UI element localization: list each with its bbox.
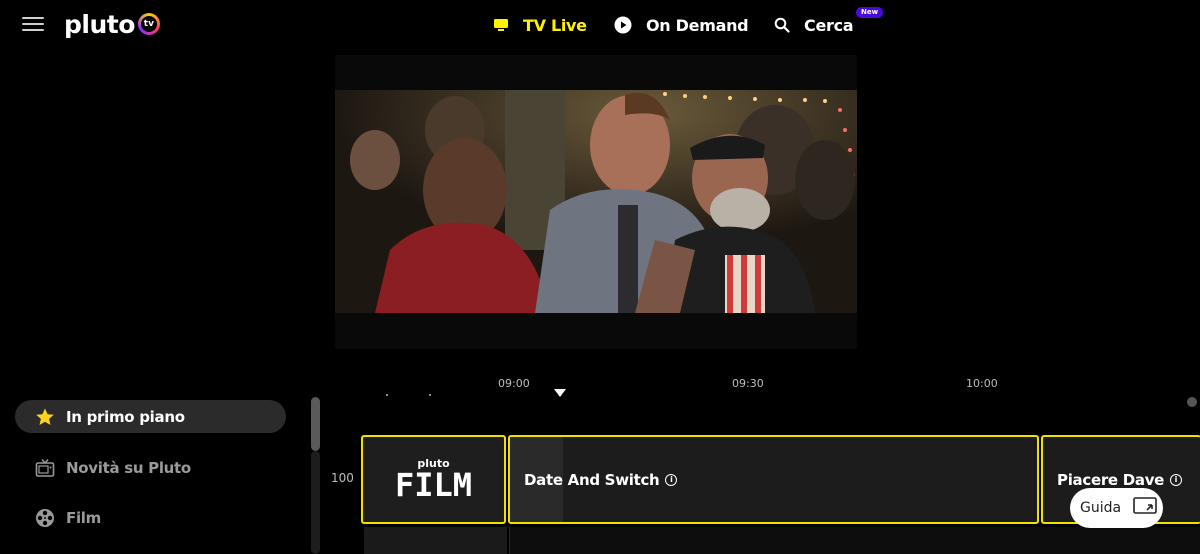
category-in-primo-piano[interactable]: In primo piano <box>15 400 286 433</box>
guida-button[interactable]: Guida <box>1070 488 1163 528</box>
current-time-marker <box>554 389 566 397</box>
video-player[interactable] <box>335 55 857 349</box>
hamburger-menu-icon[interactable] <box>22 17 44 33</box>
film-reel-icon <box>34 507 56 529</box>
timeline-dot <box>386 394 388 396</box>
nav-search-label: Cerca <box>804 15 854 35</box>
tv-icon <box>34 457 56 479</box>
top-header: pluto tv TV Live On Demand Cerca New <box>0 0 1200 50</box>
exit-fullscreen-icon <box>1133 497 1157 519</box>
channel-logo-pluto-film[interactable]: pluto FILM <box>361 435 506 524</box>
guide-scrollbar-thumb[interactable] <box>1187 397 1197 407</box>
program-tile[interactable]: Date And Switch i <box>508 435 1039 524</box>
sidebar-scrollbar-track[interactable] <box>311 451 320 554</box>
nav-tv-live[interactable]: TV Live <box>493 13 587 37</box>
tv-live-icon <box>493 18 509 32</box>
next-channel-logo[interactable] <box>364 527 507 554</box>
search-icon <box>774 17 790 33</box>
logo-text: pluto <box>64 9 135 39</box>
pluto-tv-logo[interactable]: pluto tv <box>64 8 160 40</box>
channel-number: 100 <box>331 471 354 485</box>
sidebar-scrollbar-thumb[interactable] <box>311 397 320 451</box>
nav-tv-live-label: TV Live <box>523 15 587 35</box>
info-icon[interactable]: i <box>665 473 678 486</box>
category-novita-su-pluto[interactable]: Novità su Pluto <box>15 451 286 484</box>
info-icon[interactable]: i <box>1170 473 1183 486</box>
nav-on-demand[interactable]: On Demand <box>614 13 749 37</box>
logo-badge: tv <box>137 13 160 35</box>
nav-on-demand-label: On Demand <box>646 15 749 35</box>
channel-name: FILM <box>394 466 473 504</box>
time-label: 09:00 <box>498 377 530 390</box>
logo-badge-text: tv <box>140 16 157 32</box>
star-icon <box>34 406 56 428</box>
category-film[interactable]: Film <box>15 501 286 534</box>
nav-search[interactable]: Cerca <box>774 13 854 37</box>
program-title: Piacere Dave <box>1057 470 1165 489</box>
timeline-dot <box>429 394 431 396</box>
time-label: 09:30 <box>732 377 764 390</box>
next-channel-programs[interactable] <box>509 527 1200 554</box>
program-title: Date And Switch <box>524 470 660 489</box>
play-circle-icon <box>614 16 632 34</box>
category-label: Novità su Pluto <box>66 458 191 477</box>
new-badge: New <box>856 7 884 18</box>
category-label: Film <box>66 508 101 527</box>
time-label: 10:00 <box>966 377 998 390</box>
guida-button-label: Guida <box>1080 500 1122 516</box>
video-frame-image <box>335 90 857 313</box>
category-label: In primo piano <box>66 407 185 426</box>
